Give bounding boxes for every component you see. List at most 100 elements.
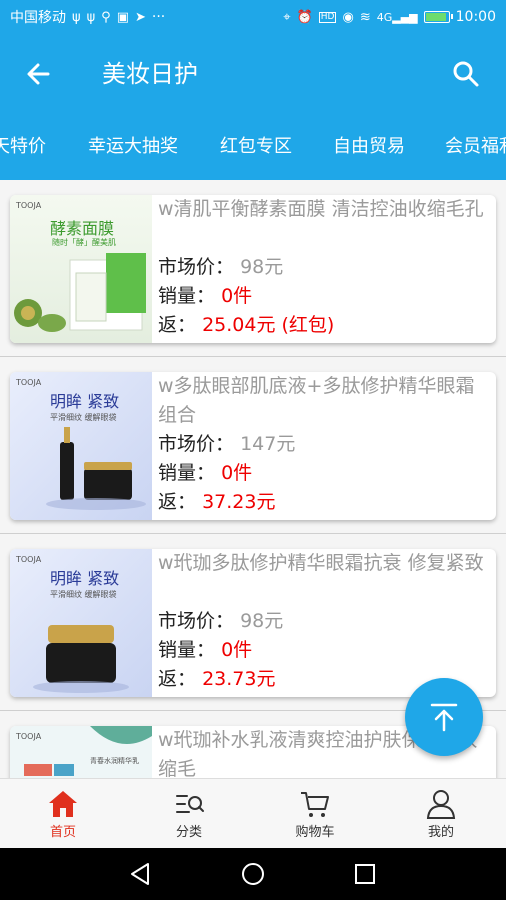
rebate-label: 返： (158, 491, 197, 513)
system-back-icon[interactable] (126, 859, 156, 889)
page-title: 美妆日护 (102, 60, 198, 88)
sales-label: 销量： (158, 462, 216, 484)
thumb-subline: 平滑细纹 缓解眼袋 (50, 590, 117, 599)
list-item: TOOJA 酵素面膜 随时「酵」醒美肌 w清肌平衡酵素面膜 清洁控油收缩毛孔 市… (0, 180, 506, 357)
product-info: w玳珈多肽修护精华眼霜抗衰 修复紧致 市场价： 98元 销量： 0件 返： 23… (158, 549, 492, 694)
sales-count: 0件 (221, 285, 253, 307)
back-arrow-icon[interactable] (22, 56, 58, 92)
back-to-top-button[interactable] (405, 678, 483, 756)
cart-icon (301, 792, 329, 817)
product-card[interactable]: TOOJA 酵素面膜 随时「酵」醒美肌 w清肌平衡酵素面膜 清洁控油收缩毛孔 市… (10, 195, 496, 343)
signal-icon: 4G▂▄▆ (376, 10, 418, 24)
nav-home-label: 首页 (49, 825, 76, 840)
sales-label: 销量： (158, 639, 216, 661)
product-card[interactable]: TOOJA 明眸 紧致 平滑细纹 缓解眼袋 w多肽眼部肌底液+多肽修护精华眼霜组… (10, 372, 496, 520)
product-info: w清肌平衡酵素面膜 清洁控油收缩毛孔 市场价： 98元 销量： 0件 返： 25… (158, 195, 492, 340)
thumb-headline: 明眸 紧致 (50, 392, 120, 411)
nav-cart[interactable]: 购物车 (252, 779, 378, 849)
product-image[interactable]: TOOJA 青春水润精华乳 (10, 726, 152, 778)
nav-profile[interactable]: 我的 (378, 779, 504, 849)
thumb-headline: 酵素面膜 (50, 219, 115, 238)
sales-row: 销量： 0件 (158, 636, 492, 665)
clock: 10:00 (455, 9, 496, 25)
sales-count: 0件 (221, 462, 253, 484)
nav-category-label: 分类 (175, 825, 202, 840)
thumb-headline: 明眸 紧致 (50, 569, 120, 588)
app-header: 美妆日护 (0, 34, 506, 114)
search-icon[interactable] (448, 56, 484, 92)
rebate-label: 返： (158, 314, 197, 336)
status-bar: 中国移动 ψ ψ ⚲ ▣ ➤ ··· ⌖ ⏰ HD ◉ ≋ 4G▂▄▆ 10:0… (0, 0, 506, 34)
eye-icon: ◉ (342, 9, 354, 25)
rebate-amount: 25.04元 (202, 314, 276, 336)
market-price-label: 市场价： (158, 256, 235, 278)
home-icon (49, 791, 77, 817)
rebate-row: 返： 25.04元 (红包) (158, 311, 492, 340)
product-name[interactable]: w多肽眼部肌底液+多肽修护精华眼霜组合 (158, 372, 492, 430)
market-price: 147元 (240, 433, 296, 455)
alarm-icon: ⏰ (296, 9, 313, 25)
rebate-row: 返： 37.23元 (158, 488, 492, 517)
market-price: 98元 (240, 256, 284, 278)
system-nav-bar (0, 848, 506, 900)
market-price-row: 市场价： 147元 (158, 430, 492, 459)
product-image[interactable]: TOOJA 明眸 紧致 平滑细纹 缓解眼袋 (10, 549, 152, 697)
tab-free-trade[interactable]: 自由贸易 (333, 114, 405, 180)
product-card[interactable]: TOOJA 明眸 紧致 平滑细纹 缓解眼袋 w玳珈多肽修护精华眼霜抗衰 修复紧致… (10, 549, 496, 697)
thumb-subline: 青春水润精华乳 (90, 757, 139, 765)
market-price-row: 市场价： 98元 (158, 253, 492, 282)
rebate-note: (红包) (281, 314, 335, 336)
product-name[interactable]: w玳珈多肽修护精华眼霜抗衰 修复紧致 (158, 549, 492, 607)
network-type: 4G (376, 10, 393, 24)
arrow-up-icon (430, 703, 458, 732)
brand-logo: TOOJA (16, 201, 42, 210)
system-home-icon[interactable] (238, 859, 268, 889)
bottom-nav: 首页 分类 购物车 我的 (0, 778, 506, 848)
hd-icon: HD (318, 11, 337, 23)
category-tabs: 天特价 幸运大抽奖 红包专区 自由贸易 会员福利 (0, 114, 506, 180)
tab-red-packet[interactable]: 红包专区 (220, 114, 292, 180)
thumb-subline: 随时「酵」醒美肌 (52, 238, 116, 247)
profile-icon (426, 790, 456, 819)
more-dots: ··· (151, 9, 166, 25)
rebate-amount: 23.73元 (202, 668, 276, 690)
search-icon: ⚲ (101, 9, 111, 25)
nav-profile-label: 我的 (427, 825, 454, 840)
market-price-row: 市场价： 98元 (158, 607, 492, 636)
battery-icon (423, 11, 453, 23)
thumb-subline: 平滑细纹 缓解眼袋 (50, 413, 117, 422)
sales-count: 0件 (221, 639, 253, 661)
carrier-label: 中国移动 (10, 10, 66, 26)
sales-label: 销量： (158, 285, 216, 307)
product-name[interactable]: w清肌平衡酵素面膜 清洁控油收缩毛孔 (158, 195, 492, 253)
category-icon (176, 795, 204, 813)
usb-icon: ψ (86, 9, 96, 25)
brand-logo: TOOJA (16, 378, 42, 387)
market-price-label: 市场价： (158, 433, 235, 455)
list-item: TOOJA 明眸 紧致 平滑细纹 缓解眼袋 w多肽眼部肌底液+多肽修护精华眼霜组… (0, 357, 506, 534)
location-icon: ⌖ (283, 9, 291, 25)
rebate-amount: 37.23元 (202, 491, 276, 513)
product-info: w多肽眼部肌底液+多肽修护精华眼霜组合 市场价： 147元 销量： 0件 返： … (158, 372, 492, 517)
send-icon: ➤ (134, 9, 146, 25)
battery-fill (425, 13, 447, 21)
market-price-label: 市场价： (158, 610, 235, 632)
brand-logo: TOOJA (16, 732, 42, 741)
product-image[interactable]: TOOJA 明眸 紧致 平滑细纹 缓解眼袋 (10, 372, 152, 520)
brand-logo: TOOJA (16, 555, 42, 564)
tab-lucky-draw[interactable]: 幸运大抽奖 (88, 114, 178, 180)
sales-row: 销量： 0件 (158, 459, 492, 488)
product-image[interactable]: TOOJA 酵素面膜 随时「酵」醒美肌 (10, 195, 152, 343)
usb-icon: ψ (72, 9, 81, 25)
sales-row: 销量： 0件 (158, 282, 492, 311)
tab-special[interactable]: 天特价 (0, 114, 46, 180)
wifi-icon: ≋ (359, 9, 371, 25)
tab-member-benefits[interactable]: 会员福利 (445, 114, 506, 180)
system-recents-icon[interactable] (350, 859, 380, 889)
market-price: 98元 (240, 610, 284, 632)
nav-cart-label: 购物车 (295, 825, 335, 840)
nav-home[interactable]: 首页 (0, 779, 126, 849)
nav-category[interactable]: 分类 (126, 779, 252, 849)
image-icon: ▣ (116, 9, 129, 25)
rebate-label: 返： (158, 668, 197, 690)
